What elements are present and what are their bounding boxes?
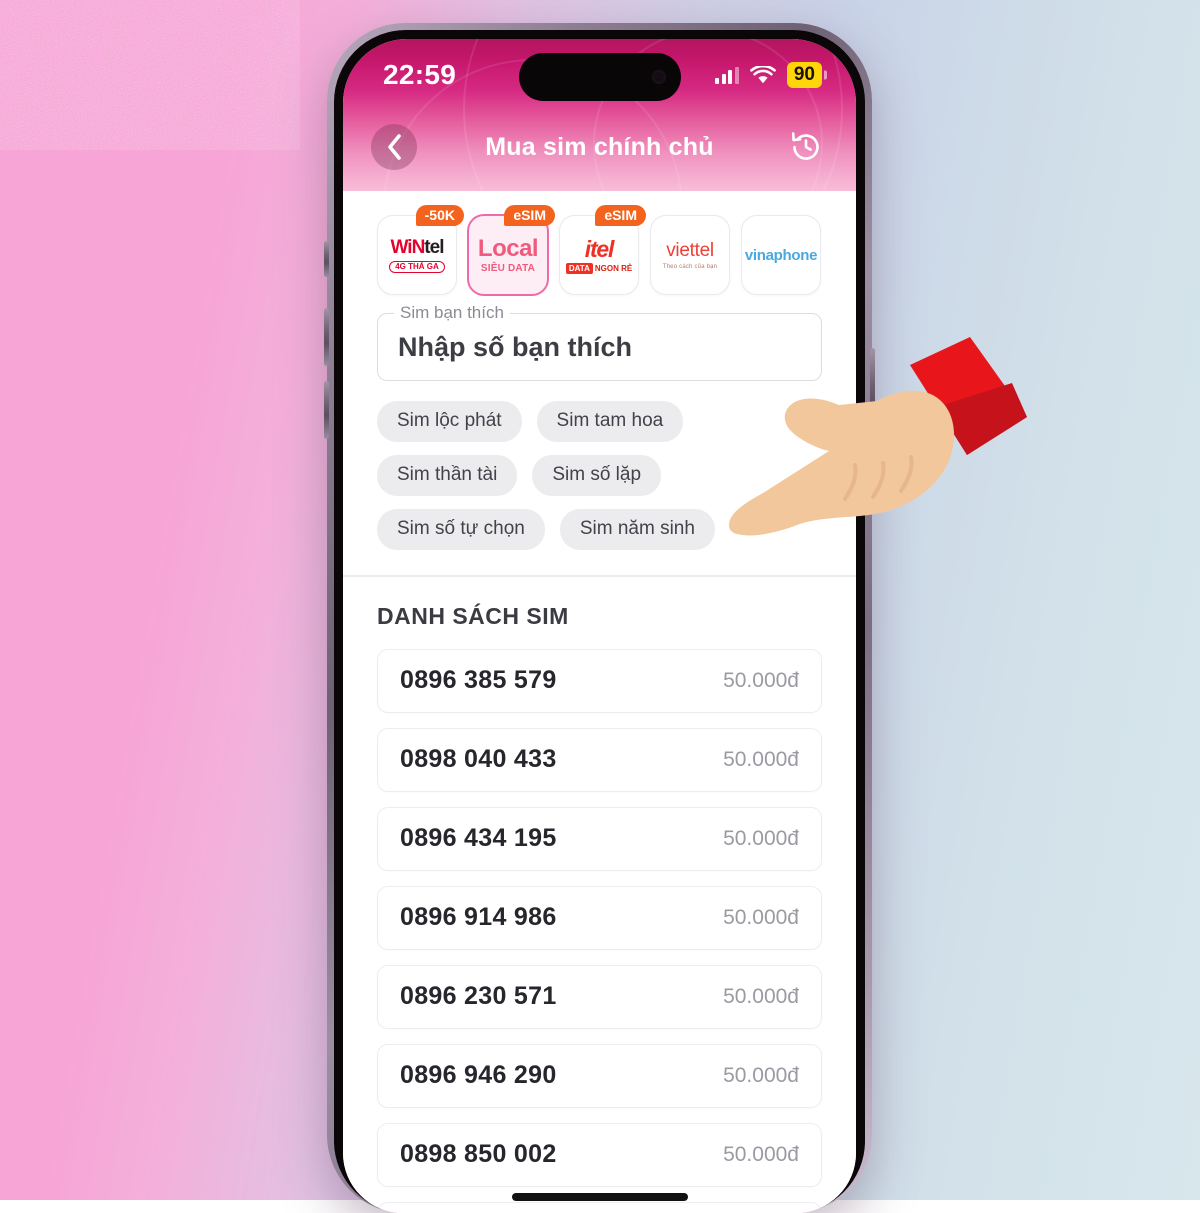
sim-price: 50.000đ [723,985,799,1009]
carrier-selector-row: -50K WiNtel 4G THẢ GA eSIM Local SIÊU DA… [343,191,856,309]
search-input-placeholder: Nhập số bạn thích [398,332,632,363]
sim-number: 0898 850 002 [400,1140,557,1169]
wintel-tagline: 4G THẢ GA [389,261,445,273]
chevron-left-icon [386,133,403,161]
sim-list-item[interactable]: 0896 955 526 50.000đ [377,1202,822,1213]
app-header: 22:59 90 [343,39,856,191]
sim-number: 0898 040 433 [400,745,557,774]
carrier-badge: eSIM [504,205,555,226]
filter-chip-nam-sinh[interactable]: Sim năm sinh [560,509,715,550]
background-noise-texture [0,0,300,150]
sim-price: 50.000đ [723,669,799,693]
sim-list-item[interactable]: 0896 230 571 50.000đ [377,965,822,1029]
carrier-card-vinaphone[interactable]: vinaphone [741,215,821,295]
page-title: Mua sim chính chủ [343,133,856,162]
battery-status-badge: 90 [787,62,822,89]
back-button[interactable] [371,124,417,170]
viettel-logo-text: viettel [663,241,717,260]
filter-chip-loc-phat[interactable]: Sim lộc phát [377,401,522,442]
carrier-card-local[interactable]: eSIM Local SIÊU DATA [468,215,548,295]
filter-chip-so-tu-chon[interactable]: Sim số tự chọn [377,509,545,550]
carrier-card-viettel[interactable]: viettel Theo cách của bạn [650,215,730,295]
local-logo-text: Local [478,237,538,261]
filter-chip-so-lap[interactable]: Sim số lặp [532,455,661,496]
pointing-hand-cursor [727,325,1037,540]
viettel-logo: viettel Theo cách của bạn [663,241,717,270]
wintel-logo: WiNtel 4G THẢ GA [389,238,445,273]
vinaphone-logo: vinaphone [745,247,817,264]
status-bar: 22:59 90 [343,39,856,103]
navigation-bar: Mua sim chính chủ [343,103,856,191]
front-camera-icon [652,70,666,84]
sim-list-item[interactable]: 0896 434 195 50.000đ [377,807,822,871]
carrier-badge: -50K [416,205,464,226]
local-tagline: SIÊU DATA [478,264,538,274]
wifi-icon [750,66,776,85]
sim-list: 0896 385 579 50.000đ 0898 040 433 50.000… [343,649,856,1213]
sim-list-heading: DANH SÁCH SIM [343,577,856,634]
sim-price: 50.000đ [723,1064,799,1088]
itel-logo: itel DATANGON RẺ [566,238,632,273]
cellular-signal-icon [715,67,739,84]
sim-list-item[interactable]: 0896 946 290 50.000đ [377,1044,822,1108]
sim-number: 0896 914 986 [400,903,557,932]
local-logo: Local SIÊU DATA [478,237,538,274]
filter-chip-tam-hoa[interactable]: Sim tam hoa [537,401,684,442]
carrier-card-itel[interactable]: eSIM itel DATANGON RẺ [559,215,639,295]
action-button[interactable] [324,241,329,277]
itel-logo-text: itel [566,238,632,261]
sim-price: 50.000đ [723,906,799,930]
sim-list-item[interactable]: 0898 850 002 50.000đ [377,1123,822,1187]
status-bar-clock: 22:59 [383,59,456,91]
sim-list-item[interactable]: 0896 385 579 50.000đ [377,649,822,713]
sim-number: 0896 434 195 [400,824,557,853]
sim-number: 0896 385 579 [400,666,557,695]
status-bar-indicators: 90 [715,62,822,89]
sim-list-item[interactable]: 0898 040 433 50.000đ [377,728,822,792]
carrier-badge: eSIM [595,205,646,226]
phone-bezel: 22:59 90 [334,30,865,1213]
sim-number: 0896 946 290 [400,1061,557,1090]
sim-price: 50.000đ [723,1143,799,1167]
phone-screen: 22:59 90 [343,39,856,1213]
sim-price: 50.000đ [723,748,799,772]
volume-down-button[interactable] [324,381,329,439]
sim-price: 50.000đ [723,827,799,851]
phone-device-frame: 22:59 90 [327,23,872,1213]
carrier-card-wintel[interactable]: -50K WiNtel 4G THẢ GA [377,215,457,295]
viettel-tagline: Theo cách của bạn [663,264,717,270]
sim-number: 0896 230 571 [400,982,557,1011]
itel-tagline: DATANGON RẺ [566,265,632,273]
filter-chip-than-tai[interactable]: Sim thần tài [377,455,517,496]
sim-list-item[interactable]: 0896 914 986 50.000đ [377,886,822,950]
search-input-label: Sim bạn thích [394,303,510,323]
volume-up-button[interactable] [324,308,329,366]
cursor-hand [729,391,954,536]
dynamic-island [519,53,681,101]
order-history-button[interactable] [786,127,826,167]
history-clock-icon [789,130,823,164]
